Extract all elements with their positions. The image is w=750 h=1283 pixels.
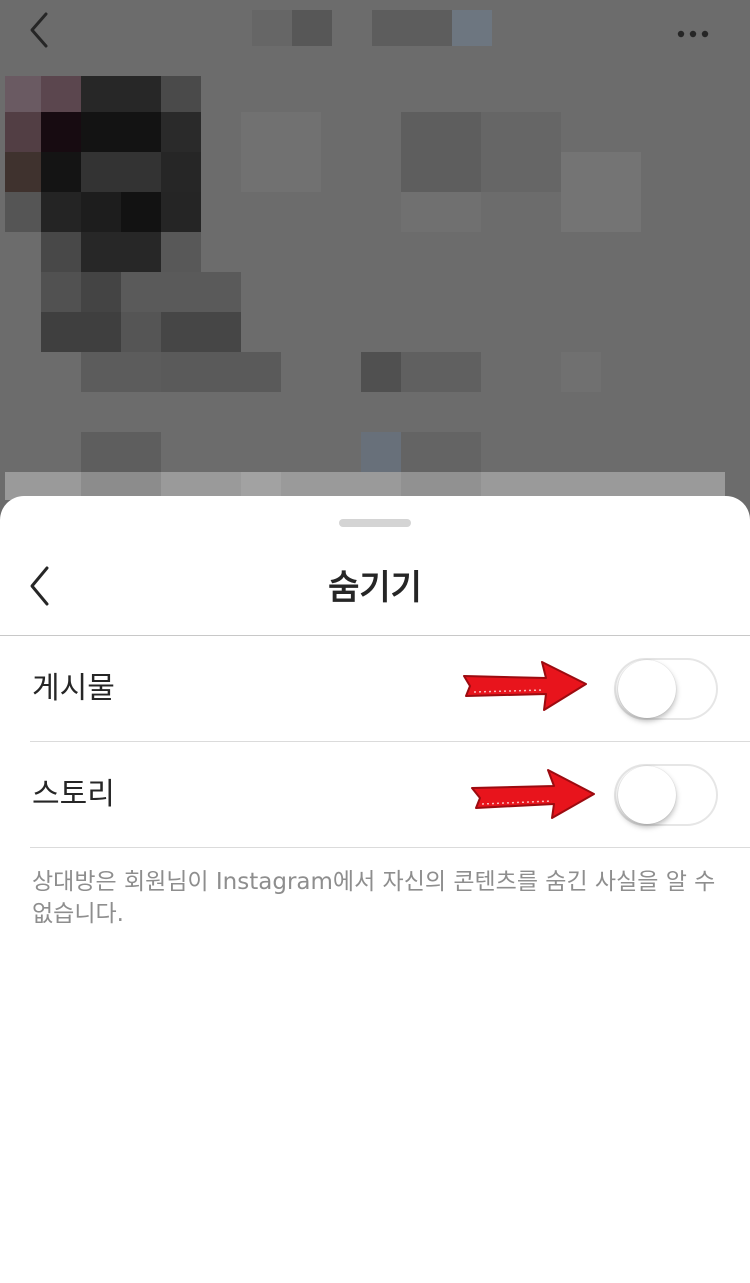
- profile-header: [0, 0, 750, 70]
- sheet-grabber[interactable]: [339, 519, 411, 527]
- toggle-knob: [618, 660, 676, 718]
- chevron-left-icon[interactable]: [22, 10, 62, 50]
- pixelated-content-image: [5, 10, 725, 500]
- setting-row-posts: 게시물: [0, 636, 750, 742]
- sheet-title: 숨기기: [328, 568, 422, 608]
- toggle-knob: [618, 766, 676, 824]
- setting-label-posts: 게시물: [32, 671, 115, 706]
- hide-bottom-sheet: 숨기기 게시물 스토리 상대방은 회원님이 Instagram에서 자신의 콘텐…: [0, 496, 750, 1283]
- posts-toggle[interactable]: [614, 658, 718, 720]
- more-horizontal-icon[interactable]: [668, 14, 718, 54]
- blurred-profile-background: [0, 0, 750, 500]
- hide-info-text: 상대방은 회원님이 Instagram에서 자신의 콘텐츠를 숨긴 사실을 알 …: [32, 869, 716, 927]
- story-toggle[interactable]: [614, 764, 718, 826]
- setting-row-story: 스토리: [0, 742, 750, 848]
- divider: [30, 847, 750, 848]
- red-arrow-annotation: [463, 661, 587, 711]
- red-arrow-annotation: [471, 769, 595, 819]
- setting-label-story: 스토리: [32, 777, 115, 812]
- screen: 숨기기 게시물 스토리 상대방은 회원님이 Instagram에서 자신의 콘텐…: [0, 0, 750, 1283]
